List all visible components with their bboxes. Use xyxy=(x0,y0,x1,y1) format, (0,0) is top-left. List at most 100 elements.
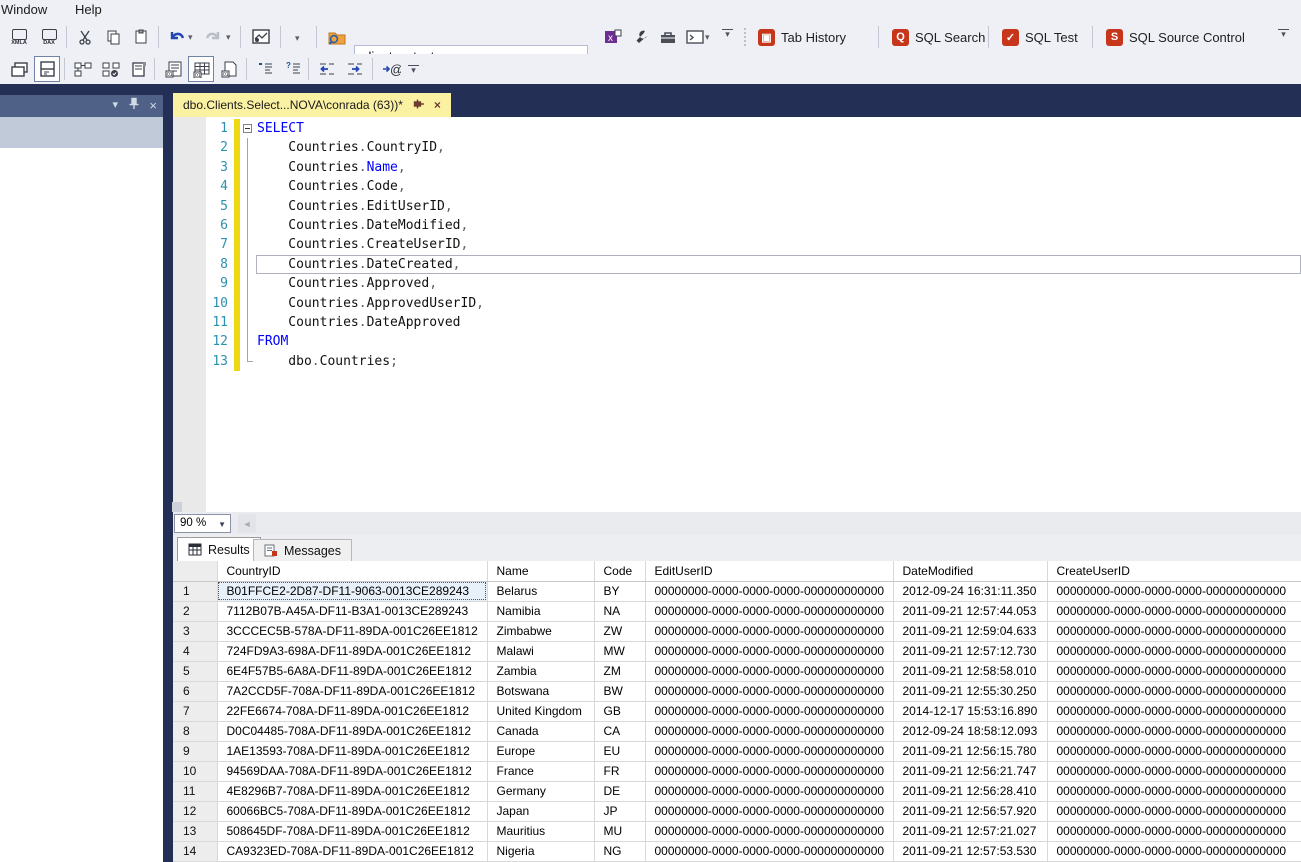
cell-countryid[interactable]: 7112B07B-A45A-DF11-B3A1-0013CE289243 xyxy=(217,601,487,621)
cell-datemodified[interactable]: 2012-09-24 18:58:12.093 xyxy=(893,721,1047,741)
cell-code[interactable]: ZM xyxy=(594,661,645,681)
tab-history-button[interactable]: ▣ Tab History xyxy=(750,25,854,49)
results-text-icon[interactable]: 01 xyxy=(160,56,186,82)
undo-icon[interactable] xyxy=(164,24,190,50)
code-line-8[interactable]: 8 Countries.DateCreated, xyxy=(206,255,1301,274)
close-icon[interactable]: × xyxy=(149,98,157,113)
cell-code[interactable]: BW xyxy=(594,681,645,701)
hscroll-left-arrow[interactable]: ◄ xyxy=(238,514,256,533)
code-text[interactable]: Countries.DateModified, xyxy=(256,216,1301,235)
code-line-12[interactable]: 12FROM xyxy=(206,332,1301,351)
code-text[interactable]: Countries.CountryID, xyxy=(256,138,1301,157)
cell-edituserid[interactable]: 00000000-0000-0000-0000-000000000000 xyxy=(645,701,893,721)
cell-datemodified[interactable]: 2011-09-21 12:59:04.633 xyxy=(893,621,1047,641)
cell-countryid[interactable]: 4E8296B7-708A-DF11-89DA-001C26EE1812 xyxy=(217,781,487,801)
dax-icon[interactable]: DAX xyxy=(36,24,62,50)
cell-edituserid[interactable]: 00000000-0000-0000-0000-000000000000 xyxy=(645,741,893,761)
cell-createuserid[interactable]: 00000000-0000-0000-0000-000000000000 xyxy=(1047,801,1301,821)
sidebar-titlebar[interactable]: ▾ × xyxy=(0,95,163,117)
sql-test-button[interactable]: ✓ SQL Test xyxy=(994,25,1086,49)
cell-edituserid[interactable]: 00000000-0000-0000-0000-000000000000 xyxy=(645,641,893,661)
cell-datemodified[interactable]: 2014-12-17 15:53:16.890 xyxy=(893,701,1047,721)
row-number-cell[interactable]: 7 xyxy=(173,701,217,721)
cell-countryid[interactable]: 94569DAA-708A-DF11-89DA-001C26EE1812 xyxy=(217,761,487,781)
cell-datemodified[interactable]: 2012-09-24 16:31:11.350 xyxy=(893,581,1047,601)
cell-edituserid[interactable]: 00000000-0000-0000-0000-000000000000 xyxy=(645,721,893,741)
row-number-cell[interactable]: 4 xyxy=(173,641,217,661)
cell-countryid[interactable]: 60066BC5-708A-DF11-89DA-001C26EE1812 xyxy=(217,801,487,821)
sql-code-editor[interactable]: 1SELECT2 Countries.CountryID,3 Countries… xyxy=(173,117,1301,512)
cell-code[interactable]: CA xyxy=(594,721,645,741)
cell-datemodified[interactable]: 2011-09-21 12:56:28.410 xyxy=(893,781,1047,801)
cell-countryid[interactable]: CA9323ED-708A-DF11-89DA-001C26EE1812 xyxy=(217,841,487,861)
cut-icon[interactable] xyxy=(72,24,98,50)
results-file-icon[interactable]: 01 xyxy=(216,56,242,82)
cell-name[interactable]: Zimbabwe xyxy=(487,621,594,641)
code-text[interactable]: dbo.Countries; xyxy=(256,352,1301,371)
cell-createuserid[interactable]: 00000000-0000-0000-0000-000000000000 xyxy=(1047,581,1301,601)
tab-messages[interactable]: Messages xyxy=(253,539,352,561)
redo-icon[interactable] xyxy=(200,24,226,50)
cell-countryid[interactable]: D0C04485-708A-DF11-89DA-001C26EE1812 xyxy=(217,721,487,741)
schema-diagram-icon[interactable] xyxy=(70,56,96,82)
cell-createuserid[interactable]: 00000000-0000-0000-0000-000000000000 xyxy=(1047,781,1301,801)
server-icon[interactable] xyxy=(126,56,152,82)
cell-name[interactable]: Germany xyxy=(487,781,594,801)
column-header-createuserid[interactable]: CreateUserID xyxy=(1047,561,1301,581)
toolbox-icon[interactable] xyxy=(655,24,681,50)
column-header-name[interactable]: Name xyxy=(487,561,594,581)
code-line-1[interactable]: 1SELECT xyxy=(206,119,1301,138)
cell-createuserid[interactable]: 00000000-0000-0000-0000-000000000000 xyxy=(1047,661,1301,681)
cell-edituserid[interactable]: 00000000-0000-0000-0000-000000000000 xyxy=(645,681,893,701)
row-number-cell[interactable]: 3 xyxy=(173,621,217,641)
cell-countryid[interactable]: 1AE13593-708A-DF11-89DA-001C26EE1812 xyxy=(217,741,487,761)
cell-createuserid[interactable]: 00000000-0000-0000-0000-000000000000 xyxy=(1047,641,1301,661)
cell-code[interactable]: EU xyxy=(594,741,645,761)
cell-name[interactable]: France xyxy=(487,761,594,781)
cell-datemodified[interactable]: 2011-09-21 12:57:21.027 xyxy=(893,821,1047,841)
row-number-cell[interactable]: 8 xyxy=(173,721,217,741)
splitter-grip[interactable] xyxy=(172,502,182,512)
cell-countryid[interactable]: 6E4F57B5-6A8A-DF11-89DA-001C26EE1812 xyxy=(217,661,487,681)
row-number-cell[interactable]: 11 xyxy=(173,781,217,801)
cell-name[interactable]: United Kingdom xyxy=(487,701,594,721)
code-line-4[interactable]: 4 Countries.Code, xyxy=(206,177,1301,196)
cell-edituserid[interactable]: 00000000-0000-0000-0000-000000000000 xyxy=(645,601,893,621)
code-line-9[interactable]: 9 Countries.Approved, xyxy=(206,274,1301,293)
toolbar-overflow-icon[interactable]: ▾ xyxy=(408,65,419,75)
cell-createuserid[interactable]: 00000000-0000-0000-0000-000000000000 xyxy=(1047,741,1301,761)
cell-code[interactable]: DE xyxy=(594,781,645,801)
wrench-icon[interactable] xyxy=(628,24,654,50)
cell-edituserid[interactable]: 00000000-0000-0000-0000-000000000000 xyxy=(645,781,893,801)
cell-code[interactable]: JP xyxy=(594,801,645,821)
excel-window-icon[interactable]: x xyxy=(600,24,626,50)
cell-edituserid[interactable]: 00000000-0000-0000-0000-000000000000 xyxy=(645,801,893,821)
cell-edituserid[interactable]: 00000000-0000-0000-0000-000000000000 xyxy=(645,841,893,861)
comment-icon[interactable] xyxy=(252,56,278,82)
column-header-code[interactable]: Code xyxy=(594,561,645,581)
toolbar-overflow-icon[interactable]: ▾ xyxy=(722,29,733,39)
row-number-cell[interactable]: 5 xyxy=(173,661,217,681)
dropdown-icon[interactable]: ▾ xyxy=(295,33,300,44)
cell-datemodified[interactable]: 2011-09-21 12:56:21.747 xyxy=(893,761,1047,781)
row-number-cell[interactable]: 6 xyxy=(173,681,217,701)
cell-datemodified[interactable]: 2011-09-21 12:57:12.730 xyxy=(893,641,1047,661)
cell-createuserid[interactable]: 00000000-0000-0000-0000-000000000000 xyxy=(1047,821,1301,841)
results-grid-icon[interactable]: 01 xyxy=(188,56,214,82)
code-text[interactable]: FROM xyxy=(256,332,1301,351)
cell-datemodified[interactable]: 2011-09-21 12:57:44.053 xyxy=(893,601,1047,621)
schema-check-icon[interactable] xyxy=(98,56,124,82)
cell-code[interactable]: NG xyxy=(594,841,645,861)
sidebar-content[interactable] xyxy=(0,148,163,862)
row-number-cell[interactable]: 2 xyxy=(173,601,217,621)
code-line-3[interactable]: 3 Countries.Name, xyxy=(206,158,1301,177)
console-dropdown-icon[interactable]: ▾ xyxy=(705,32,710,43)
cell-datemodified[interactable]: 2011-09-21 12:57:53.530 xyxy=(893,841,1047,861)
cell-name[interactable]: Canada xyxy=(487,721,594,741)
row-number-cell[interactable]: 12 xyxy=(173,801,217,821)
cell-datemodified[interactable]: 2011-09-21 12:55:30.250 xyxy=(893,681,1047,701)
row-number-cell[interactable]: 13 xyxy=(173,821,217,841)
cell-countryid[interactable]: 508645DF-708A-DF11-89DA-001C26EE1812 xyxy=(217,821,487,841)
row-number-cell[interactable]: 14 xyxy=(173,841,217,861)
cell-name[interactable]: Botswana xyxy=(487,681,594,701)
